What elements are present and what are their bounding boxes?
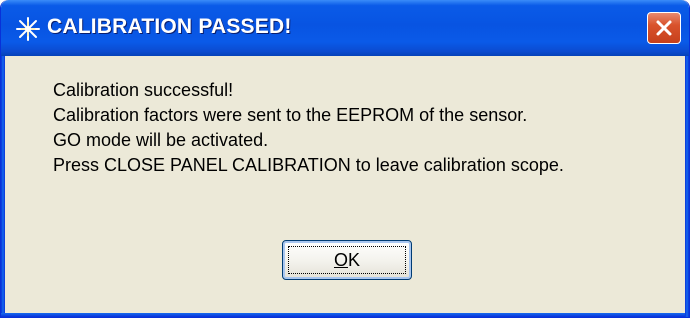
calibration-dialog: CALIBRATION PASSED! Calibration successf…	[0, 0, 690, 318]
dialog-title: CALIBRATION PASSED!	[47, 15, 292, 38]
window-bottom-border	[1, 313, 689, 317]
message-text: Calibration successful! Calibration fact…	[53, 78, 564, 178]
ok-mnemonic: O	[333, 250, 348, 270]
close-button[interactable]	[647, 12, 681, 44]
message-line-3: GO mode will be activated.	[53, 130, 269, 150]
dialog-body: Calibration successful! Calibration fact…	[5, 56, 685, 313]
message-line-1: Calibration successful!	[53, 80, 234, 100]
ok-button[interactable]: OK	[282, 240, 412, 280]
ok-label-rest: K	[348, 250, 361, 270]
message-line-4: Press CLOSE PANEL CALIBRATION to leave c…	[53, 155, 564, 175]
message-line-2: Calibration factors were sent to the EEP…	[53, 105, 528, 125]
close-x-icon	[656, 20, 672, 36]
title-bar[interactable]: CALIBRATION PASSED!	[1, 0, 689, 56]
ok-button-label: OK	[283, 250, 411, 271]
sparkle-star-icon	[16, 17, 40, 41]
